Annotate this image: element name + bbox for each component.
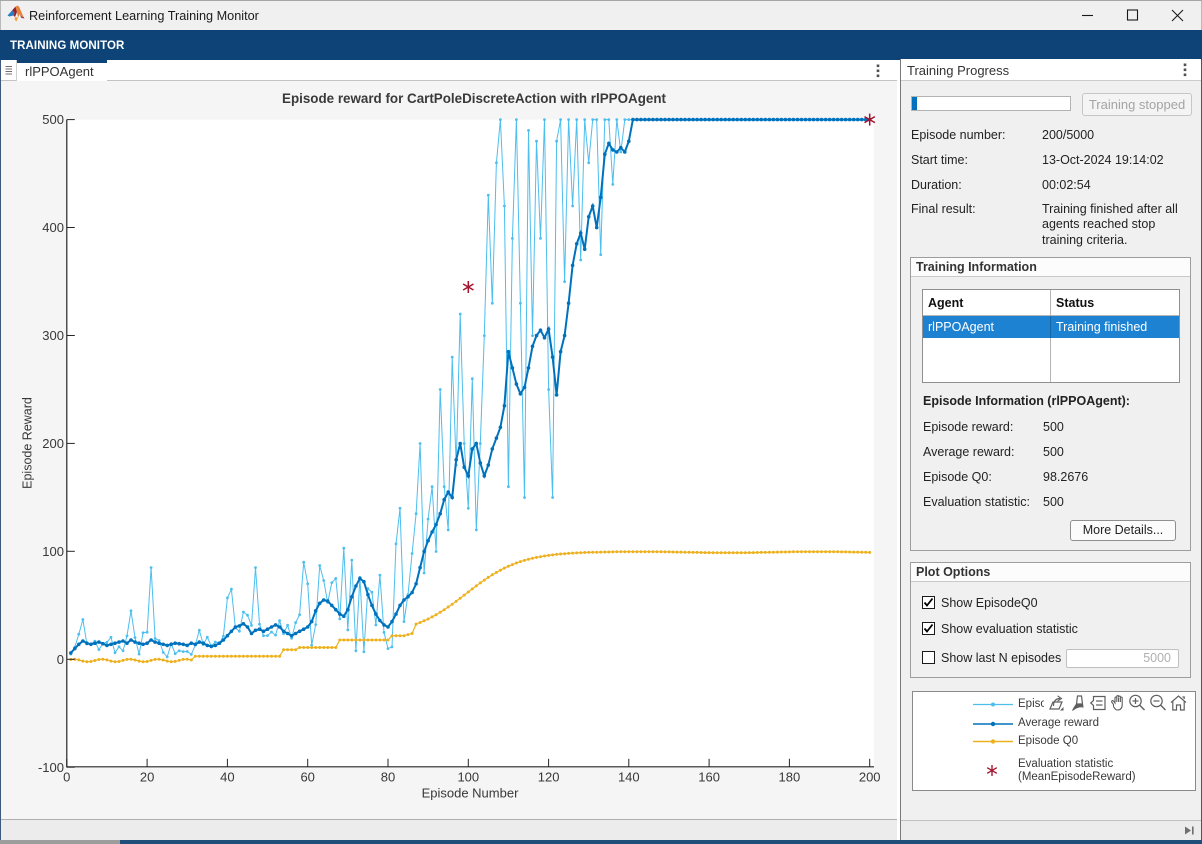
svg-text:Episode Reward: Episode Reward [21, 397, 35, 489]
svg-text:200: 200 [42, 436, 64, 451]
svg-text:140: 140 [618, 770, 640, 785]
svg-text:Episode reward for CartPoleDis: Episode reward for CartPoleDiscreteActio… [282, 91, 666, 106]
svg-text:0: 0 [57, 652, 64, 667]
svg-text:100: 100 [42, 544, 64, 559]
svg-text:200: 200 [859, 770, 881, 785]
svg-text:300: 300 [42, 328, 64, 343]
svg-text:Episode Number: Episode Number [422, 786, 519, 801]
svg-text:60: 60 [300, 770, 314, 785]
svg-text:180: 180 [779, 770, 801, 785]
svg-text:120: 120 [538, 770, 560, 785]
svg-text:20: 20 [140, 770, 154, 785]
svg-text:-100: -100 [38, 760, 64, 775]
svg-text:400: 400 [42, 220, 64, 235]
svg-text:160: 160 [698, 770, 720, 785]
svg-text:500: 500 [42, 112, 64, 127]
svg-text:0: 0 [63, 770, 70, 785]
svg-text:100: 100 [457, 770, 479, 785]
svg-text:80: 80 [381, 770, 395, 785]
svg-text:40: 40 [220, 770, 234, 785]
